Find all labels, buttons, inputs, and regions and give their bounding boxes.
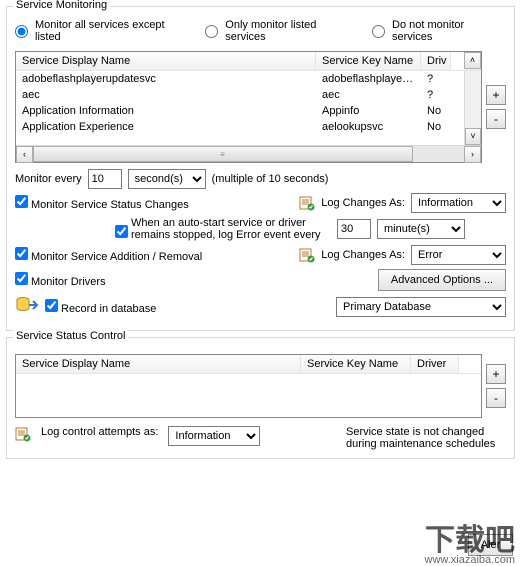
- status-control-legend: Service Status Control: [13, 330, 128, 342]
- autostart-input[interactable]: [115, 225, 128, 238]
- add-remove-log-label: Log Changes As:: [321, 249, 405, 261]
- cell-name: Application Information: [16, 103, 316, 119]
- table-row[interactable]: adobeflashplayerupdatesvc adobeflashplay…: [16, 71, 464, 87]
- table-row[interactable]: Application Experience aelookupsvc No: [16, 119, 464, 135]
- autostart-unit-select[interactable]: minute(s): [377, 219, 465, 239]
- radio-none-input[interactable]: [372, 25, 385, 38]
- radio-none-label: Do not monitor services: [392, 19, 506, 43]
- interval-label-after: (multiple of 10 seconds): [212, 173, 329, 185]
- log-attempts-level-select[interactable]: Information: [168, 426, 260, 446]
- status-changes-row: Monitor Service Status Changes Log Chang…: [15, 193, 506, 213]
- remove-service-button[interactable]: -: [486, 109, 506, 129]
- remove-status-button[interactable]: -: [486, 388, 506, 408]
- cell-driver: ?: [421, 71, 451, 87]
- radio-except-input[interactable]: [15, 25, 28, 38]
- cell-key: aelookupsvc: [316, 119, 421, 135]
- service-status-control-group: Service Status Control Service Display N…: [6, 337, 515, 459]
- cell-key: Appinfo: [316, 103, 421, 119]
- maintenance-note: Service state is not changed during main…: [346, 426, 506, 450]
- table-buttons: + -: [486, 51, 506, 163]
- log-changes-label: Log Changes As:: [321, 197, 405, 209]
- cell-driver: No: [421, 103, 451, 119]
- table-row[interactable]: aec aec ?: [16, 87, 464, 103]
- status-changes-checkbox[interactable]: Monitor Service Status Changes: [15, 195, 189, 211]
- add-remove-label: Monitor Service Addition / Removal: [31, 251, 202, 263]
- scroll-down-button[interactable]: ˅: [465, 128, 481, 145]
- service-monitoring-group: Service Monitoring Monitor all services …: [6, 6, 515, 331]
- interval-value-input[interactable]: [88, 169, 122, 189]
- scroll-left-button[interactable]: ‹: [16, 146, 33, 163]
- cell-name: aec: [16, 87, 316, 103]
- radio-only-label: Only monitor listed services: [225, 19, 358, 43]
- status-changes-label: Monitor Service Status Changes: [31, 199, 189, 211]
- alert-button-truncated[interactable]: Aler: [468, 534, 513, 556]
- service-monitoring-legend: Service Monitoring: [13, 0, 110, 11]
- record-db-label: Record in database: [61, 303, 156, 315]
- interval-unit-select[interactable]: second(s): [128, 169, 206, 189]
- radio-only-input[interactable]: [205, 25, 218, 38]
- vertical-scrollbar[interactable]: ˅: [464, 71, 481, 145]
- log-icon: [15, 426, 31, 442]
- col-header-driver[interactable]: Driv: [421, 52, 451, 70]
- cell-name: adobeflashplayerupdatesvc: [16, 71, 316, 87]
- status-table-buttons: + -: [486, 354, 506, 418]
- monitor-interval-row: Monitor every second(s) (multiple of 10 …: [15, 169, 506, 189]
- drivers-label: Monitor Drivers: [31, 276, 106, 288]
- scroll-up-button[interactable]: ˄: [464, 52, 481, 69]
- add-remove-row: Monitor Service Addition / Removal Log C…: [15, 245, 506, 265]
- col2-header-key[interactable]: Service Key Name: [301, 355, 411, 373]
- services-table[interactable]: Service Display Name Service Key Name Dr…: [15, 51, 482, 163]
- interval-label-before: Monitor every: [15, 173, 82, 185]
- monitor-mode-radios: Monitor all services except listed Only …: [15, 19, 506, 43]
- add-remove-input[interactable]: [15, 247, 28, 260]
- radio-except[interactable]: Monitor all services except listed: [15, 19, 191, 43]
- services-table-head: Service Display Name Service Key Name Dr…: [16, 52, 481, 71]
- autostart-value-input[interactable]: [337, 219, 371, 239]
- autostart-label: When an auto-start service or driver rem…: [131, 217, 331, 241]
- cell-driver: ?: [421, 87, 451, 103]
- cell-driver: No: [421, 119, 451, 135]
- status-table-wrap: Service Display Name Service Key Name Dr…: [15, 354, 506, 418]
- scroll-thumb[interactable]: ≡: [33, 146, 413, 162]
- status-changes-input[interactable]: [15, 195, 28, 208]
- autostart-row: When an auto-start service or driver rem…: [115, 217, 506, 241]
- database-icon: [15, 295, 39, 318]
- record-db-input[interactable]: [45, 299, 58, 312]
- add-status-button[interactable]: +: [486, 364, 506, 384]
- status-table[interactable]: Service Display Name Service Key Name Dr…: [15, 354, 482, 418]
- log-icon: [299, 195, 315, 211]
- col2-header-name[interactable]: Service Display Name: [16, 355, 301, 373]
- col-header-name[interactable]: Service Display Name: [16, 52, 316, 70]
- radio-none[interactable]: Do not monitor services: [372, 19, 506, 43]
- status-footer-row: Log control attempts as: Information Ser…: [15, 426, 506, 450]
- database-select[interactable]: Primary Database: [336, 297, 506, 317]
- scroll-right-button[interactable]: ›: [464, 146, 481, 163]
- radio-only[interactable]: Only monitor listed services: [205, 19, 358, 43]
- add-remove-checkbox[interactable]: Monitor Service Addition / Removal: [15, 247, 202, 263]
- drivers-checkbox[interactable]: Monitor Drivers: [15, 272, 106, 288]
- col2-header-driver[interactable]: Driver: [411, 355, 459, 373]
- services-table-wrap: Service Display Name Service Key Name Dr…: [15, 51, 506, 163]
- advanced-options-button[interactable]: Advanced Options ...: [378, 269, 506, 291]
- status-changes-level-select[interactable]: Information: [411, 193, 506, 213]
- status-table-body[interactable]: [16, 374, 481, 417]
- drivers-row: Monitor Drivers Advanced Options ...: [15, 269, 506, 291]
- col-header-key[interactable]: Service Key Name: [316, 52, 421, 70]
- add-service-button[interactable]: +: [486, 85, 506, 105]
- services-table-body[interactable]: adobeflashplayerupdatesvc adobeflashplay…: [16, 71, 464, 145]
- drivers-input[interactable]: [15, 272, 28, 285]
- cell-key: adobeflashplayerupd...: [316, 71, 421, 87]
- log-icon: [299, 247, 315, 263]
- horizontal-scrollbar[interactable]: ‹ ≡ ›: [16, 145, 481, 162]
- log-attempts-label: Log control attempts as:: [41, 426, 158, 438]
- autostart-checkbox[interactable]: When an auto-start service or driver rem…: [115, 217, 331, 241]
- radio-except-label: Monitor all services except listed: [35, 19, 191, 43]
- record-db-row: Record in database Primary Database: [15, 295, 506, 318]
- cell-key: aec: [316, 87, 421, 103]
- record-db-checkbox[interactable]: Record in database: [45, 299, 156, 315]
- add-remove-level-select[interactable]: Error: [411, 245, 506, 265]
- cell-name: Application Experience: [16, 119, 316, 135]
- table-row[interactable]: Application Information Appinfo No: [16, 103, 464, 119]
- status-table-head: Service Display Name Service Key Name Dr…: [16, 355, 481, 374]
